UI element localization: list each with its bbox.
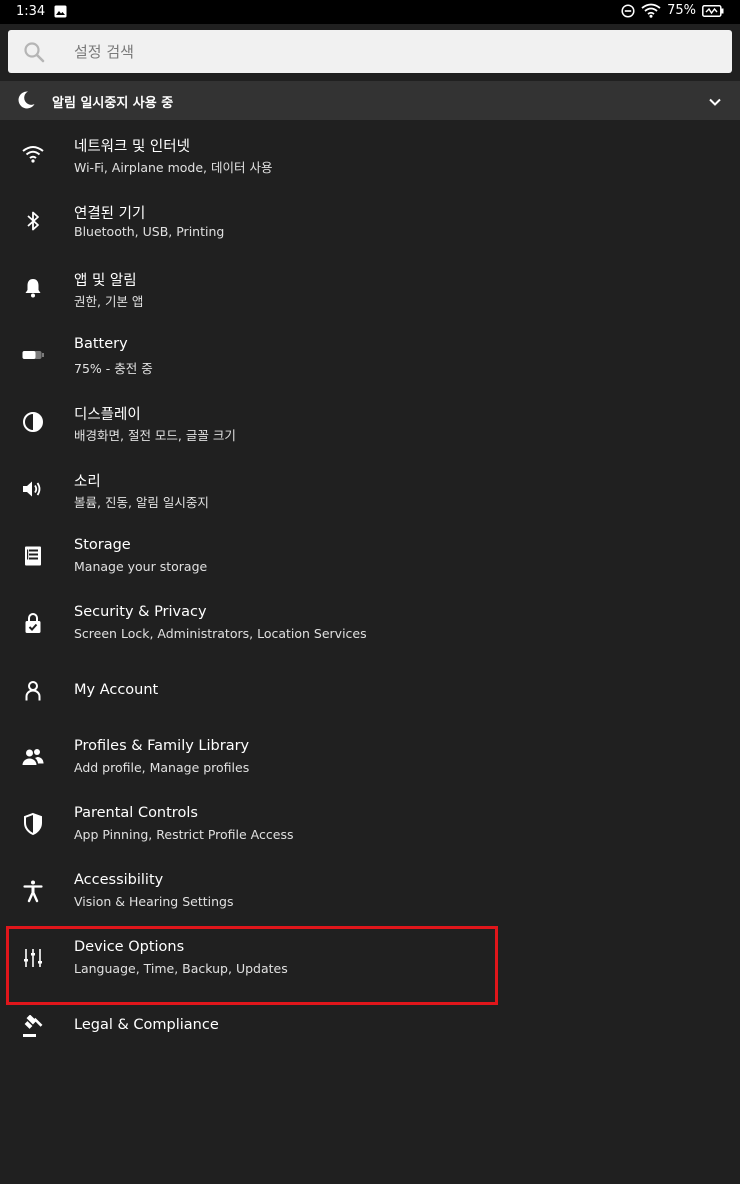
setting-title: 연결된 기기 bbox=[74, 206, 146, 222]
setting-title: Storage bbox=[74, 537, 131, 553]
image-notification-icon bbox=[54, 5, 67, 18]
setting-title: 디스플레이 bbox=[74, 407, 141, 423]
bell-icon bbox=[21, 276, 45, 300]
setting-title: My Account bbox=[74, 682, 159, 698]
chevron-down-icon[interactable] bbox=[708, 94, 722, 108]
setting-title: 앱 및 알림 bbox=[74, 273, 137, 289]
setting-title: Security & Privacy bbox=[74, 604, 207, 620]
accessibility-icon bbox=[21, 879, 45, 903]
battery-percent: 75% bbox=[667, 3, 696, 18]
setting-subtitle: 볼륨, 진동, 알림 일시중지 bbox=[74, 495, 209, 510]
setting-subtitle: Add profile, Manage profiles bbox=[74, 760, 250, 775]
shield-icon bbox=[21, 812, 45, 836]
wifi-status-icon bbox=[641, 3, 661, 18]
setting-legal-compliance[interactable]: Legal & Compliance bbox=[0, 991, 740, 1058]
battery-icon bbox=[21, 343, 45, 367]
search-icon bbox=[23, 41, 45, 63]
setting-accessibility[interactable]: Accessibility Vision & Hearing Settings bbox=[0, 857, 740, 924]
do-not-disturb-icon bbox=[621, 3, 635, 18]
setting-title: 네트워크 및 인터넷 bbox=[74, 139, 190, 155]
setting-device-options[interactable]: Device Options Language, Time, Backup, U… bbox=[0, 924, 740, 991]
setting-network[interactable]: 네트워크 및 인터넷 Wi-Fi, Airplane mode, 데이터 사용 bbox=[0, 120, 740, 187]
setting-profiles-family[interactable]: Profiles & Family Library Add profile, M… bbox=[0, 723, 740, 790]
do-not-disturb-banner[interactable]: 알림 일시중지 사용 중 bbox=[0, 81, 740, 120]
setting-title: Legal & Compliance bbox=[74, 1017, 219, 1033]
setting-storage[interactable]: Storage Manage your storage bbox=[0, 522, 740, 589]
setting-display[interactable]: 디스플레이 배경화면, 절전 모드, 글꼴 크기 bbox=[0, 388, 740, 455]
setting-security-privacy[interactable]: Security & Privacy Screen Lock, Administ… bbox=[0, 589, 740, 656]
setting-title: Battery bbox=[74, 336, 128, 352]
setting-subtitle: Vision & Hearing Settings bbox=[74, 894, 234, 909]
search-bar[interactable] bbox=[8, 30, 732, 73]
setting-parental-controls[interactable]: Parental Controls App Pinning, Restrict … bbox=[0, 790, 740, 857]
wifi-icon bbox=[21, 142, 45, 166]
lock-icon bbox=[21, 611, 45, 635]
setting-subtitle: Screen Lock, Administrators, Location Se… bbox=[74, 626, 367, 641]
setting-subtitle: 배경화면, 절전 모드, 글꼴 크기 bbox=[74, 428, 236, 443]
setting-sound[interactable]: 소리 볼륨, 진동, 알림 일시중지 bbox=[0, 455, 740, 522]
setting-subtitle: Manage your storage bbox=[74, 559, 208, 574]
status-bar: 1:34 75% bbox=[0, 0, 740, 24]
brightness-icon bbox=[21, 410, 45, 434]
moon-icon bbox=[16, 90, 36, 110]
setting-subtitle: Language, Time, Backup, Updates bbox=[74, 961, 288, 976]
setting-subtitle: Wi-Fi, Airplane mode, 데이터 사용 bbox=[74, 160, 273, 175]
setting-title: Device Options bbox=[74, 939, 185, 955]
people-icon bbox=[21, 745, 45, 769]
setting-apps-notifications[interactable]: 앱 및 알림 권한, 기본 앱 bbox=[0, 254, 740, 321]
setting-subtitle: App Pinning, Restrict Profile Access bbox=[74, 827, 294, 842]
setting-title: Profiles & Family Library bbox=[74, 738, 250, 754]
setting-title: 소리 bbox=[74, 474, 101, 490]
setting-title: Parental Controls bbox=[74, 805, 198, 821]
setting-battery[interactable]: Battery 75% - 충전 중 bbox=[0, 321, 740, 388]
setting-title: Accessibility bbox=[74, 872, 164, 888]
do-not-disturb-label: 알림 일시중지 사용 중 bbox=[52, 96, 174, 111]
setting-subtitle: 권한, 기본 앱 bbox=[74, 294, 144, 309]
sliders-icon bbox=[21, 946, 45, 970]
search-input[interactable] bbox=[74, 30, 714, 73]
person-icon bbox=[21, 679, 45, 703]
status-icons: 75% bbox=[621, 3, 724, 18]
setting-subtitle: 75% - 충전 중 bbox=[74, 361, 153, 376]
setting-subtitle: Bluetooth, USB, Printing bbox=[74, 224, 225, 239]
bluetooth-icon bbox=[21, 209, 45, 233]
storage-icon bbox=[21, 544, 45, 568]
status-time: 1:34 bbox=[16, 4, 46, 19]
setting-connected-devices[interactable]: 연결된 기기 Bluetooth, USB, Printing bbox=[0, 187, 740, 254]
battery-charging-icon bbox=[702, 4, 724, 17]
gavel-icon bbox=[21, 1015, 45, 1039]
setting-my-account[interactable]: My Account bbox=[0, 656, 740, 723]
speaker-icon bbox=[21, 477, 45, 501]
